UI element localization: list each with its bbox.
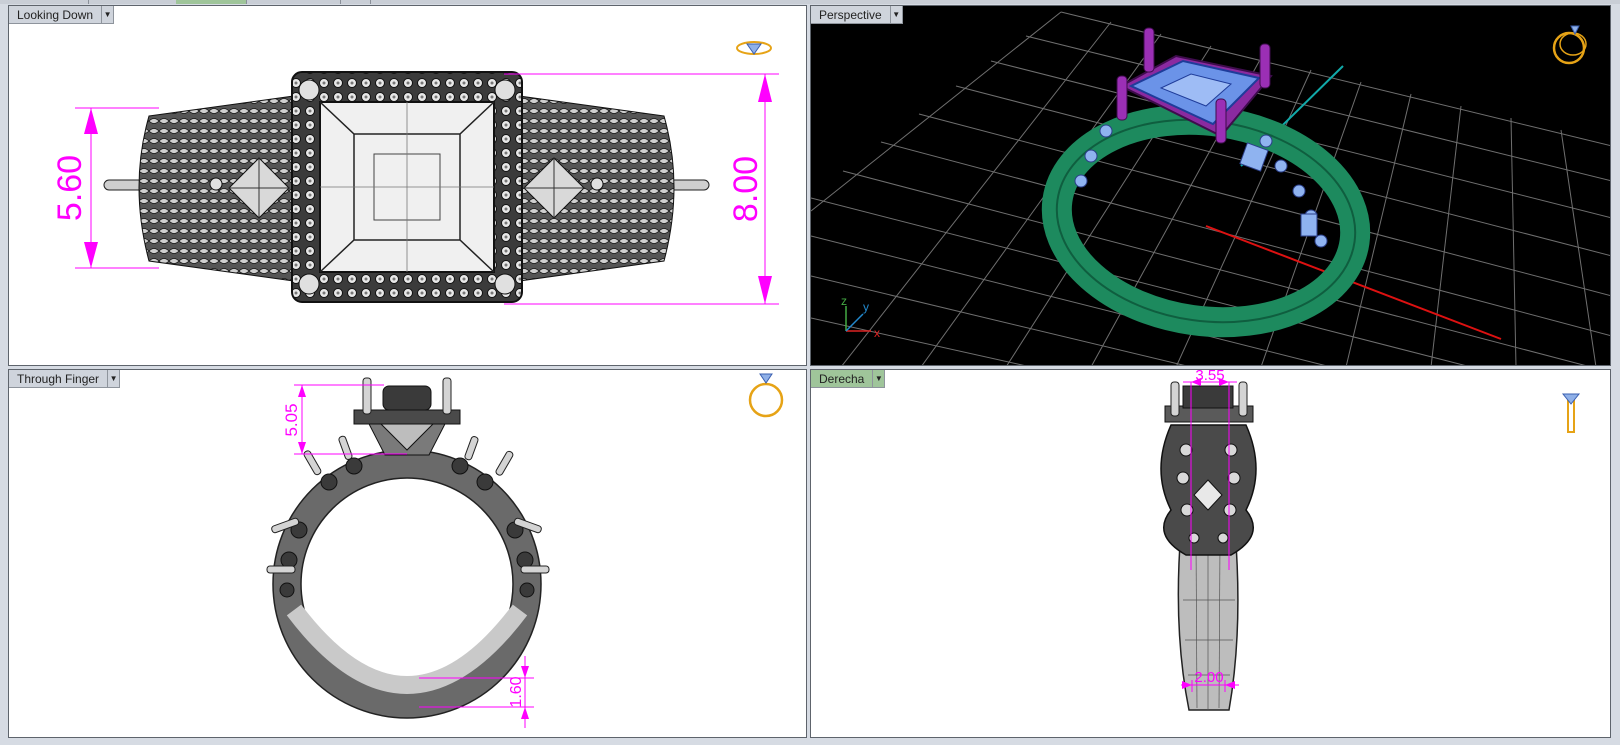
- dropdown-arrow-icon[interactable]: ▼: [890, 6, 903, 24]
- viewport-tab-through-finger[interactable]: Through Finger ▼: [9, 370, 121, 388]
- dimension-label: 8.00: [727, 156, 765, 222]
- axis-y-label: y: [863, 300, 869, 314]
- strip-segment[interactable]: [340, 0, 371, 4]
- viewport-through-finger[interactable]: Through Finger ▼ 5.05 1.60: [8, 369, 807, 738]
- dimension-label: 3.55: [1195, 370, 1224, 384]
- dropdown-arrow-icon[interactable]: ▼: [873, 370, 886, 388]
- viewport-label: Looking Down: [9, 6, 103, 24]
- ring-view-icon[interactable]: [1552, 25, 1587, 65]
- viewport-perspective[interactable]: Perspective ▼ x z y: [810, 5, 1611, 366]
- perspective-drawing: x z y: [811, 11, 1610, 365]
- viewport-label: Perspective: [811, 6, 891, 24]
- dimension-label: 5.60: [51, 155, 89, 221]
- looking-down-drawing: 5.60 8.00: [51, 41, 779, 305]
- dropdown-arrow-icon[interactable]: ▼: [102, 6, 115, 24]
- ring-view-icon[interactable]: [736, 41, 772, 55]
- viewport-tab-derecha[interactable]: Derecha ▼: [811, 370, 886, 388]
- through-finger-drawing: 5.05 1.60: [266, 373, 784, 728]
- dimension-label: 1.60: [508, 676, 525, 707]
- viewport-looking-down[interactable]: Looking Down ▼ 5.60 8.00: [8, 5, 807, 366]
- strip-segment[interactable]: [0, 0, 89, 4]
- axis-x-label: x: [874, 326, 880, 340]
- status-strip: [0, 738, 1620, 745]
- dimension-label: 2.00: [1194, 669, 1223, 686]
- ring-view-icon[interactable]: [1561, 393, 1581, 433]
- strip-segment[interactable]: [88, 0, 177, 4]
- viewport-label: Through Finger: [9, 370, 109, 388]
- viewport-derecha[interactable]: Derecha ▼ 3.55 2.00: [810, 369, 1611, 738]
- viewport-tab-perspective[interactable]: Perspective ▼: [811, 6, 903, 24]
- dropdown-arrow-icon[interactable]: ▼: [108, 370, 121, 388]
- derecha-drawing: 3.55 2.00: [1160, 370, 1581, 711]
- strip-segment[interactable]: [246, 0, 341, 4]
- strip-segment-active[interactable]: [176, 0, 247, 4]
- dimension-label: 5.05: [282, 403, 301, 436]
- ring-view-icon[interactable]: [748, 373, 784, 418]
- viewport-tab-looking-down[interactable]: Looking Down ▼: [9, 6, 115, 24]
- top-tab-strip: [0, 0, 1620, 4]
- viewport-label: Derecha: [811, 370, 874, 388]
- axis-z-label: z: [841, 294, 847, 308]
